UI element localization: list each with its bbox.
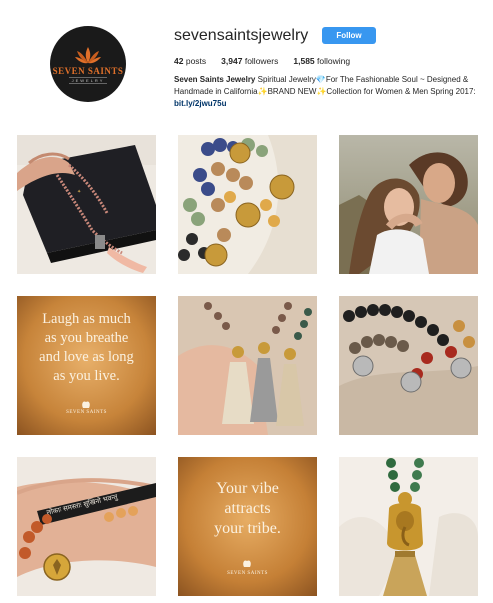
followers-count: 3,947 — [221, 56, 243, 66]
profile-username: sevensaintsjewelry — [174, 27, 309, 44]
quote-line: as you breathe — [44, 330, 129, 346]
post-tile[interactable] — [178, 135, 317, 274]
follow-button[interactable]: Follow — [322, 27, 376, 44]
tassel-necklaces-image — [178, 296, 317, 435]
following-count: 1,585 — [293, 56, 315, 66]
followers-stat[interactable]: 3,947 followers — [221, 56, 278, 66]
posts-count: 42 — [174, 56, 184, 66]
profile-stats: 42 posts 3,947 followers 1,585 following — [174, 56, 350, 66]
post-tile[interactable]: ✦ — [17, 135, 156, 274]
following-stat[interactable]: 1,585 following — [293, 56, 350, 66]
mantra-bracelet-image: लोकाः समस्ताः सुखिनो भवन्तु — [17, 457, 156, 596]
beaded-bracelets-image — [178, 135, 317, 274]
quote-line: your tribe. — [214, 520, 281, 537]
svg-text:✦: ✦ — [77, 189, 81, 195]
post-tile[interactable] — [178, 296, 317, 435]
quote-line: and love as long — [39, 349, 134, 365]
quote-line: attracts — [224, 500, 271, 517]
post-tile[interactable] — [339, 135, 478, 274]
profile-avatar[interactable]: SEVEN SAINTS JEWELRY — [50, 26, 126, 102]
couple-image — [339, 135, 478, 274]
post-tile[interactable]: लोकाः समस्ताः सुखिनो भवन्तु — [17, 457, 156, 596]
quote-brand: SEVEN SAINTS — [66, 410, 107, 415]
profile-bio: Seven Saints Jewelry Spiritual Jewelry💎F… — [174, 74, 484, 110]
quote-line: as you live. — [53, 368, 120, 384]
lotus-icon — [75, 46, 101, 63]
posts-stat: 42 posts — [174, 56, 206, 66]
following-label: following — [317, 56, 351, 66]
quote-brand: SEVEN SAINTS — [227, 571, 268, 576]
mala-on-box-image: ✦ — [17, 135, 156, 274]
quote-line: Your vibe — [216, 480, 279, 497]
followers-label: followers — [244, 56, 279, 66]
quote-line: Laugh as much — [42, 311, 131, 327]
quote-text: Your vibe attracts your tribe. — [178, 479, 317, 539]
posts-label: posts — [185, 56, 207, 66]
post-tile[interactable] — [339, 296, 478, 435]
quote-tile[interactable]: Your vibe attracts your tribe. SEVEN SAI… — [178, 457, 317, 596]
bio-name: Seven Saints Jewelry — [174, 75, 256, 84]
quote-tile[interactable]: Laugh as much as you breathe and love as… — [17, 296, 156, 435]
quote-text: Laugh as much as you breathe and love as… — [17, 310, 156, 386]
avatar-logo-subtext: JEWELRY — [68, 76, 108, 84]
bracelets-on-sand-image — [339, 296, 478, 435]
post-tile[interactable] — [339, 457, 478, 596]
bio-link[interactable]: bit.ly/2jwu75u — [174, 99, 226, 108]
avatar-logo-text: SEVEN SAINTS — [52, 65, 124, 76]
ganesha-necklace-image — [339, 457, 478, 596]
